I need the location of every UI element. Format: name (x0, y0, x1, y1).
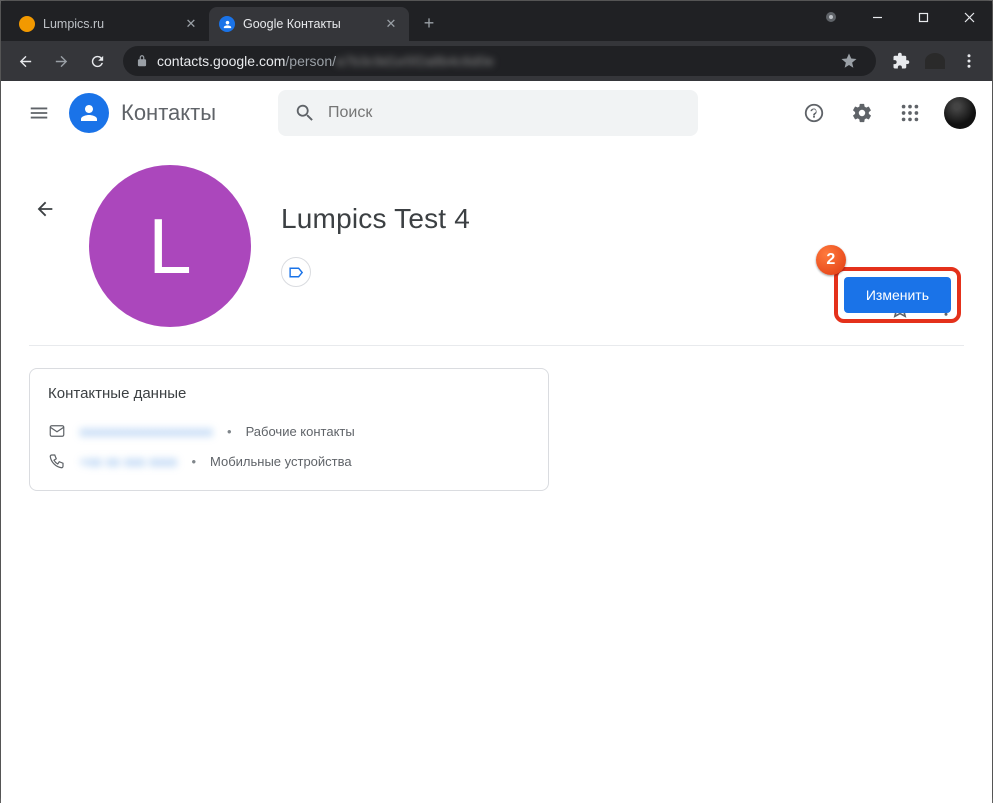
close-tab-icon[interactable]: ✕ (183, 16, 199, 32)
mail-icon (48, 422, 66, 440)
contact-details-card: Контактные данные xxxxxxxxxxxxxxxxxxx • … (29, 368, 549, 491)
contact-name: Lumpics Test 4 (281, 203, 470, 235)
phone-tag: Мобильные устройства (210, 454, 352, 469)
hamburger-icon (28, 102, 50, 124)
phone-icon (48, 452, 66, 470)
address-bar: contacts.google.com/person/a7b3c9d1e5f2a… (1, 41, 992, 81)
phone-row[interactable]: +xx xx xxx xxxx • Мобильные устройства (48, 446, 530, 476)
minimize-button[interactable] (854, 1, 900, 33)
account-avatar[interactable] (944, 97, 976, 129)
window-controls (808, 1, 992, 41)
search-box[interactable] (278, 90, 698, 136)
maximize-button[interactable] (900, 1, 946, 33)
profile-avatar[interactable] (920, 46, 950, 76)
contacts-logo[interactable] (69, 93, 109, 133)
browser-titlebar: Lumpics.ru ✕ Google Контакты ✕ + (1, 1, 992, 41)
contact-header: L Lumpics Test 4 2 Изменить (29, 145, 964, 346)
phone-value: +xx xx xxx xxxx (80, 454, 177, 469)
main-menu-button[interactable] (17, 91, 61, 135)
apps-grid-icon (899, 102, 921, 124)
tab-label: Lumpics.ru (43, 17, 175, 31)
extensions-icon[interactable] (886, 46, 916, 76)
contact-avatar[interactable]: L (89, 165, 251, 327)
add-label-button[interactable] (281, 257, 311, 287)
browser-menu-icon[interactable] (954, 46, 984, 76)
search-input[interactable] (328, 104, 682, 122)
email-tag: Рабочие контакты (246, 424, 355, 439)
annotation-highlight: 2 Изменить (834, 267, 961, 323)
card-title: Контактные данные (48, 385, 530, 402)
person-icon (77, 101, 101, 125)
help-icon (803, 102, 825, 124)
separator-dot: • (227, 424, 232, 439)
separator-dot: • (191, 454, 196, 469)
tab-label: Google Контакты (243, 17, 375, 31)
omnibox[interactable]: contacts.google.com/person/a7b3c9d1e5f2a… (123, 46, 876, 76)
app-header: Контакты (1, 81, 992, 145)
tab-lumpics[interactable]: Lumpics.ru ✕ (9, 7, 209, 41)
contact-actions: 2 Изменить (882, 291, 964, 327)
url-text: contacts.google.com/person/a7b3c9d1e5f2a… (157, 53, 494, 69)
app-title: Контакты (121, 100, 216, 126)
page-content: Контакты L Lumpics Test 4 (1, 81, 992, 803)
close-tab-icon[interactable]: ✕ (383, 16, 399, 32)
back-button[interactable] (9, 45, 41, 77)
email-row[interactable]: xxxxxxxxxxxxxxxxxxx • Рабочие контакты (48, 416, 530, 446)
tab-strip: Lumpics.ru ✕ Google Контакты ✕ + (1, 1, 808, 41)
lock-icon (135, 54, 149, 68)
search-icon (294, 102, 316, 124)
apps-button[interactable] (890, 93, 930, 133)
tab-google-contacts[interactable]: Google Контакты ✕ (209, 7, 409, 41)
settings-button[interactable] (842, 93, 882, 133)
help-button[interactable] (794, 93, 834, 133)
gear-icon (851, 102, 873, 124)
account-indicator[interactable] (808, 1, 854, 33)
close-window-button[interactable] (946, 1, 992, 33)
annotation-badge: 2 (816, 245, 846, 275)
avatar-initial: L (148, 201, 191, 292)
reload-button[interactable] (81, 45, 113, 77)
email-value: xxxxxxxxxxxxxxxxxxx (80, 424, 213, 439)
edit-button[interactable]: Изменить (844, 277, 951, 313)
favicon-lumpics (19, 16, 35, 32)
label-icon (288, 264, 305, 281)
favicon-contacts (219, 16, 235, 32)
forward-button[interactable] (45, 45, 77, 77)
bookmark-star-icon[interactable] (834, 46, 864, 76)
new-tab-button[interactable]: + (415, 9, 443, 37)
